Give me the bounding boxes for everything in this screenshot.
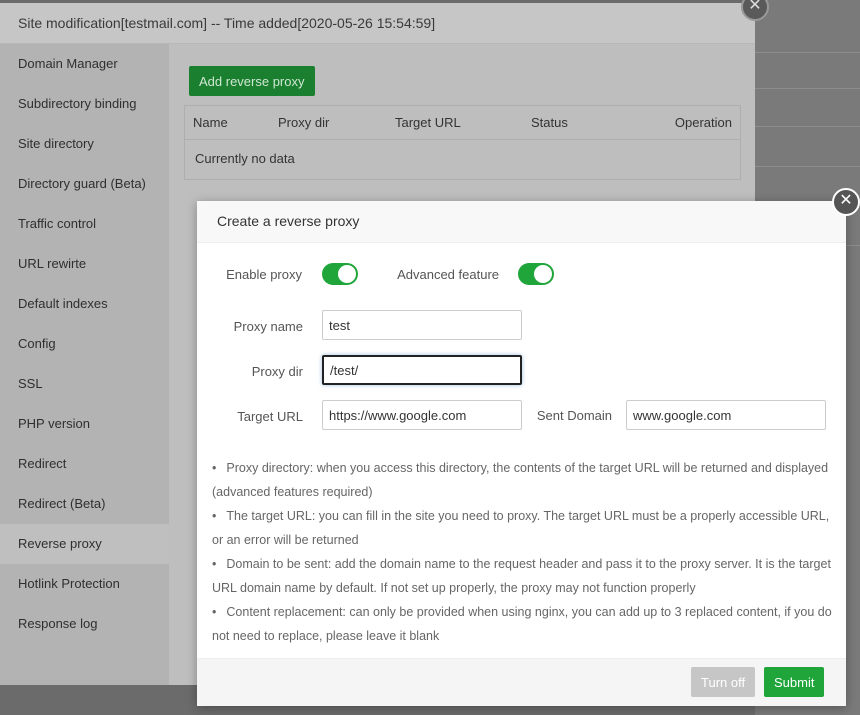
create-reverse-proxy-dialog: Create a reverse proxy ✕ Enable proxy Ad… — [197, 188, 860, 706]
sidebar-item[interactable]: Redirect — [0, 444, 169, 484]
sidebar-item[interactable]: Directory guard (Beta) — [0, 164, 169, 204]
sidebar-item-reverse-proxy[interactable]: Reverse proxy — [0, 524, 169, 564]
dialog-title: Site modification[testmail.com] -- Time … — [0, 3, 755, 44]
tip-item: • Domain to be sent: add the domain name … — [212, 557, 831, 595]
column-header: Proxy dir — [278, 115, 330, 130]
sidebar-item[interactable]: Traffic control — [0, 204, 169, 244]
advanced-feature-label: Advanced feature — [397, 267, 499, 282]
enable-proxy-toggle[interactable] — [322, 263, 358, 285]
enable-proxy-label: Enable proxy — [226, 267, 302, 282]
sidebar-item[interactable]: PHP version — [0, 404, 169, 444]
submit-button[interactable]: Submit — [764, 667, 825, 697]
advanced-feature-toggle[interactable] — [518, 263, 554, 285]
proxy-name-label: Proxy name — [233, 319, 303, 334]
sidebar-item[interactable]: Domain Manager — [0, 44, 169, 84]
sidebar-item[interactable]: Response log — [0, 604, 169, 644]
tip-item: • Content replacement: can only be provid… — [212, 605, 832, 643]
turn-off-button[interactable]: Turn off — [691, 667, 756, 697]
add-reverse-proxy-button[interactable]: Add reverse proxy — [189, 66, 315, 96]
sidebar-item[interactable]: Site directory — [0, 124, 169, 164]
sidebar-item[interactable]: Default indexes — [0, 284, 169, 324]
tip-item: • Proxy directory: when you access this d… — [212, 461, 829, 499]
sidebar: Domain Manager Subdirectory binding Site… — [0, 44, 169, 685]
dialog-title: Create a reverse proxy — [197, 201, 846, 243]
column-header: Status — [531, 115, 568, 130]
proxy-dir-label: Proxy dir — [251, 364, 303, 379]
proxy-name-input[interactable] — [322, 310, 522, 340]
close-icon[interactable]: ✕ — [832, 188, 860, 216]
dialog-footer: Turn off Submit — [197, 658, 846, 706]
target-url-input[interactable] — [322, 400, 522, 430]
column-header: Target URL — [395, 115, 461, 130]
table-header: Name Proxy dir Target URL Status Operati… — [185, 106, 740, 140]
sent-domain-label: Sent Domain — [536, 408, 612, 423]
sidebar-item[interactable]: SSL — [0, 364, 169, 404]
sidebar-item[interactable]: Redirect (Beta) — [0, 484, 169, 524]
help-tips: • Proxy directory: when you access this d… — [212, 456, 832, 648]
target-url-label: Target URL — [237, 409, 303, 424]
column-header: Operation — [674, 115, 732, 130]
proxy-table: Name Proxy dir Target URL Status Operati… — [184, 105, 741, 180]
column-header: Name — [193, 115, 228, 130]
tip-item: • The target URL: you can fill in the sit… — [212, 509, 830, 547]
empty-message: Currently no data — [195, 151, 295, 166]
sidebar-item[interactable]: Hotlink Protection — [0, 564, 169, 604]
proxy-dir-input[interactable] — [322, 355, 522, 385]
sidebar-item[interactable]: Config — [0, 324, 169, 364]
sidebar-item[interactable]: Subdirectory binding — [0, 84, 169, 124]
sent-domain-input[interactable] — [626, 400, 826, 430]
sidebar-item[interactable]: URL rewirte — [0, 244, 169, 284]
